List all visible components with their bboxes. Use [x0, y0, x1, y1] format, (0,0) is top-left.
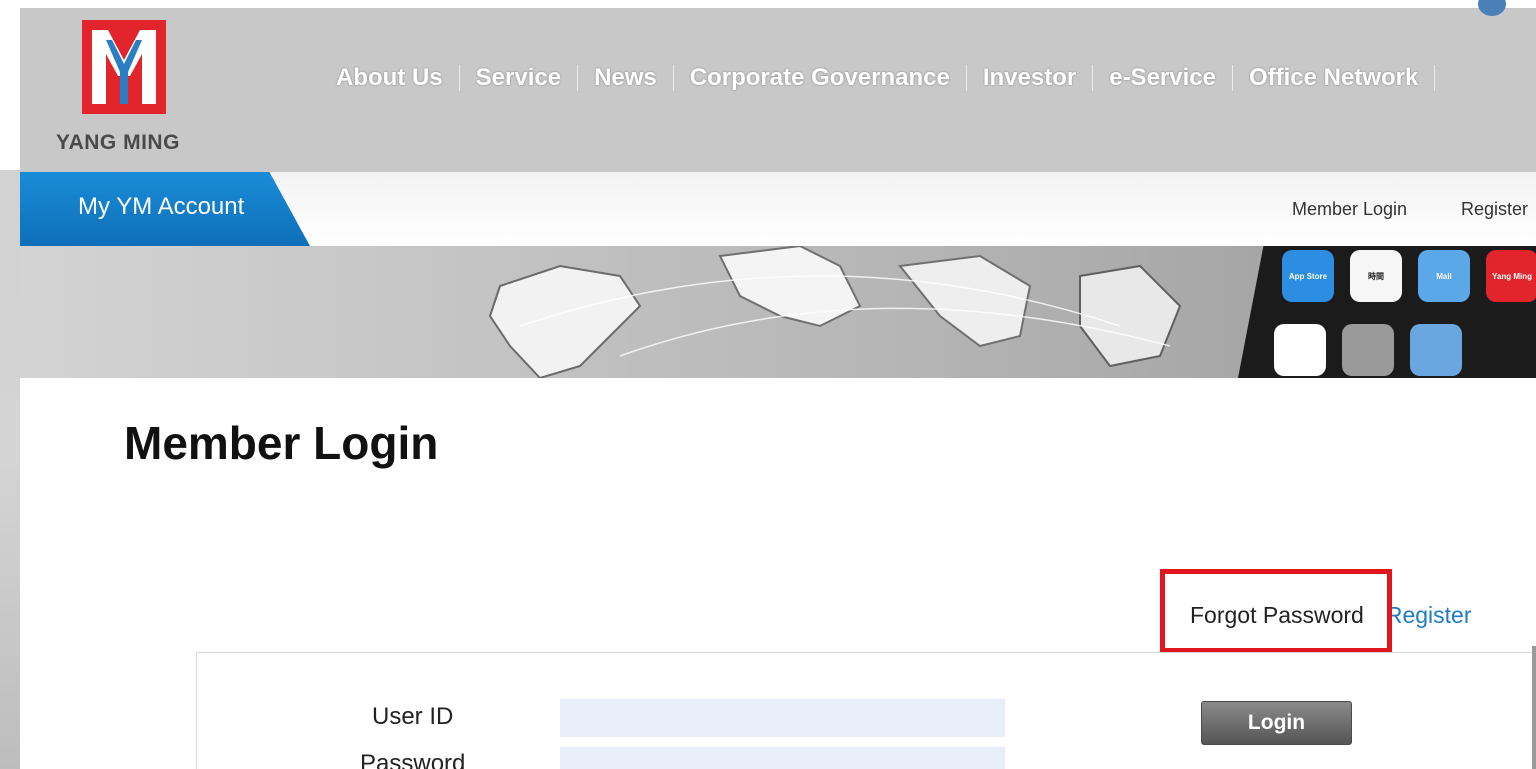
highlight-box — [1160, 569, 1392, 653]
my-ym-account-label[interactable]: My YM Account — [78, 193, 244, 221]
app-icon — [1410, 324, 1462, 376]
nav-service[interactable]: Service — [476, 64, 561, 92]
card-edge — [1532, 646, 1536, 769]
main-nav: About Us Service News Corporate Governan… — [336, 58, 1451, 98]
clock-icon: 時間 — [1350, 250, 1402, 302]
nav-separator — [1092, 65, 1094, 91]
nav-separator — [577, 65, 579, 91]
nav-e-service[interactable]: e-Service — [1109, 64, 1216, 92]
app-store-label: App Store — [1288, 271, 1328, 281]
subnav-register-link[interactable]: Register — [1461, 199, 1528, 220]
password-input[interactable] — [560, 747, 1005, 769]
logo-text: YANG MING — [56, 131, 180, 154]
nav-office-network[interactable]: Office Network — [1249, 64, 1418, 92]
checklist-icon — [1274, 324, 1326, 376]
header-top-line — [0, 0, 1536, 8]
site-header: YANG MING About Us Service News Corporat… — [0, 0, 1536, 172]
logo-mark — [82, 20, 166, 114]
register-link[interactable]: Register — [1386, 602, 1472, 629]
nav-news[interactable]: News — [594, 64, 657, 92]
nav-separator — [458, 65, 460, 91]
app-store-icon: App Store — [1282, 250, 1334, 302]
globe-icon[interactable] — [1478, 0, 1506, 16]
nav-corporate-governance[interactable]: Corporate Governance — [690, 64, 950, 92]
logo-mark-icon — [82, 20, 166, 114]
nav-separator — [965, 65, 967, 91]
password-label: Password — [360, 750, 466, 769]
world-map-banner: App Store 時間 Mail Yang Ming — [20, 246, 1536, 378]
nav-separator — [672, 65, 674, 91]
nav-separator — [1434, 65, 1436, 91]
nav-investor[interactable]: Investor — [983, 64, 1076, 92]
yang-ming-app-icon: Yang Ming — [1486, 250, 1536, 302]
nav-separator — [1231, 65, 1233, 91]
page-left-edge-top — [0, 0, 20, 170]
nav-about-us[interactable]: About Us — [336, 64, 443, 92]
login-button[interactable]: Login — [1201, 701, 1352, 745]
user-id-label: User ID — [372, 703, 454, 730]
mail-icon: Mail — [1418, 250, 1470, 302]
calculator-icon — [1342, 324, 1394, 376]
yang-ming-logo[interactable]: YANG MING — [56, 20, 196, 160]
yang-ming-app-label: Yang Ming — [1492, 271, 1532, 281]
clock-label: 時間 — [1368, 271, 1384, 281]
phone-screen-graphic: App Store 時間 Mail Yang Ming — [1238, 246, 1536, 378]
subnav-member-login-link[interactable]: Member Login — [1292, 199, 1407, 220]
page-title: Member Login — [124, 417, 439, 469]
user-id-input[interactable] — [560, 699, 1005, 737]
mail-label: Mail — [1436, 271, 1452, 281]
